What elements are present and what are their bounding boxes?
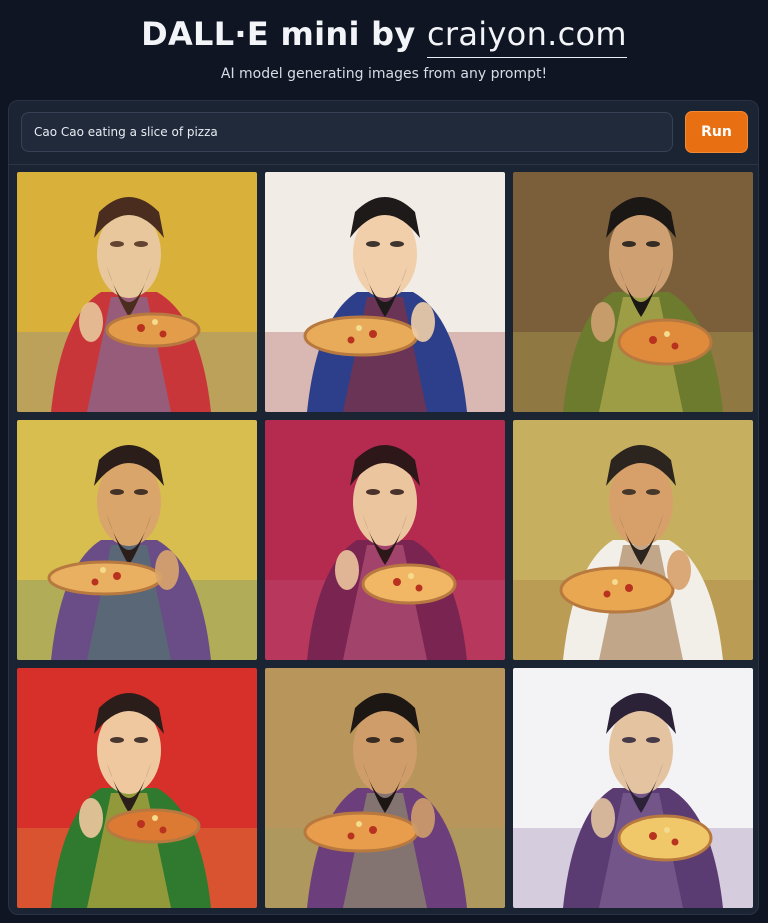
portrait-art-4	[17, 420, 257, 660]
prompt-input[interactable]	[21, 112, 673, 152]
page-subtitle: AI model generating images from any prom…	[220, 66, 548, 82]
portrait-art-5	[265, 420, 505, 660]
portrait-art-7	[17, 668, 257, 908]
page-header: DALL·E mini by craiyon.com AI model gene…	[0, 0, 768, 100]
page-title: DALL·E mini by craiyon.com	[0, 12, 768, 58]
generated-image-6[interactable]	[513, 420, 753, 660]
generated-image-8[interactable]	[265, 668, 505, 908]
generated-image-4[interactable]	[17, 420, 257, 660]
portrait-art-1	[17, 172, 257, 412]
image-grid	[17, 172, 753, 908]
prompt-row: Run	[9, 101, 758, 165]
portrait-art-2	[265, 172, 505, 412]
portrait-art-6	[513, 420, 753, 660]
generated-image-9[interactable]	[513, 668, 753, 908]
generated-image-5[interactable]	[265, 420, 505, 660]
run-button[interactable]: Run	[685, 111, 748, 153]
craiyon-link[interactable]: craiyon.com	[427, 15, 627, 58]
generated-image-2[interactable]	[265, 172, 505, 412]
generated-image-1[interactable]	[17, 172, 257, 412]
title-prefix: DALL·E mini by	[141, 15, 416, 53]
portrait-art-3	[513, 172, 753, 412]
generated-image-3[interactable]	[513, 172, 753, 412]
portrait-art-8	[265, 668, 505, 908]
generated-image-7[interactable]	[17, 668, 257, 908]
portrait-art-9	[513, 668, 753, 908]
generator-panel: Run	[8, 100, 759, 915]
